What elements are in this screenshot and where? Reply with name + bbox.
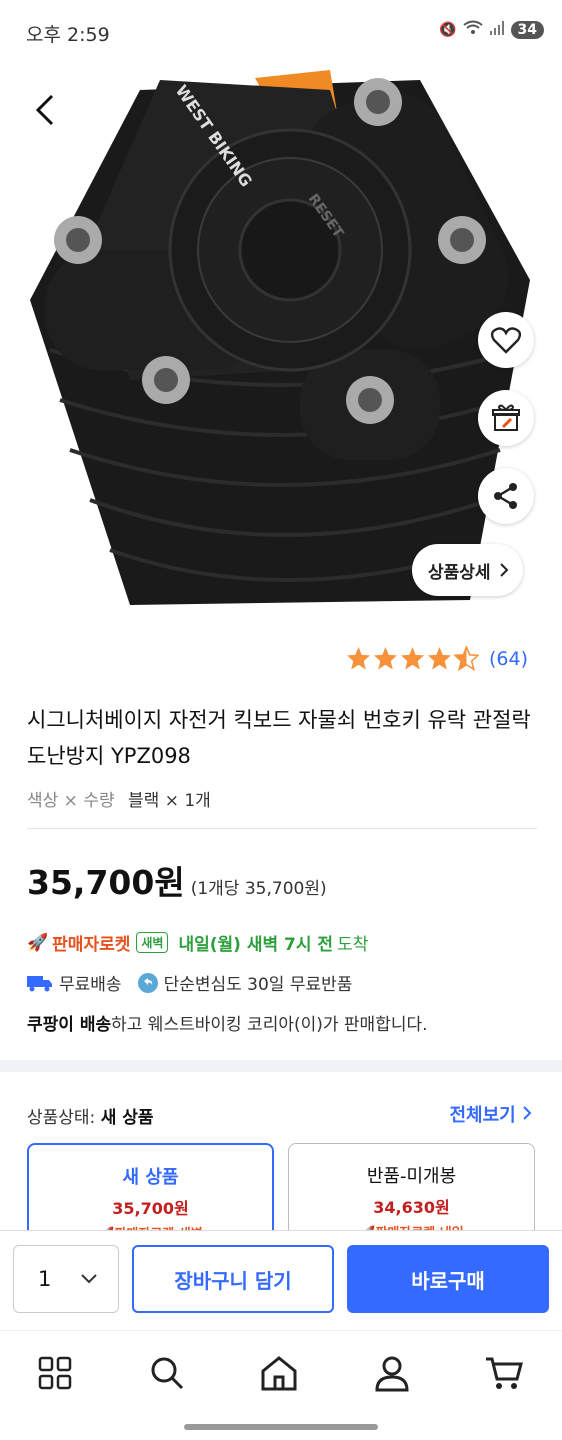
heart-icon bbox=[491, 327, 521, 354]
nav-cart[interactable] bbox=[484, 1353, 528, 1397]
condition-label-text: 상품상태: bbox=[27, 1108, 96, 1128]
free-return-label: 단순변심도 30일 무료반품 bbox=[163, 975, 353, 995]
wifi-icon bbox=[462, 20, 483, 40]
add-to-cart-button[interactable]: 장바구니 담기 bbox=[132, 1245, 334, 1313]
condition-card-returned[interactable]: 반품-미개봉 34,630원 🚀판매자로켓 내일 bbox=[288, 1143, 535, 1243]
truck-icon bbox=[27, 975, 52, 991]
divider bbox=[27, 828, 537, 829]
product-page: 오후 2:59 🔇 34 WEST BIKING RESET 상품상세 (64)… bbox=[0, 0, 562, 1440]
return-icon bbox=[137, 972, 158, 993]
chevron-right-icon bbox=[499, 563, 508, 577]
quantity-value: 1 bbox=[38, 1267, 52, 1291]
seller-info: 쿠팡이 배송하고 웨스트바이킹 코리아(이)가 판매합니다. bbox=[27, 1010, 428, 1035]
mute-icon: 🔇 bbox=[439, 22, 457, 38]
buy-now-button[interactable]: 바로구매 bbox=[347, 1245, 549, 1313]
view-all-link[interactable]: 전체보기 bbox=[449, 1101, 532, 1127]
home-icon bbox=[261, 1356, 297, 1391]
delivery-info: 🚀 판매자로켓 새벽 내일(월) 새벽 7시 전 도착 bbox=[27, 930, 368, 955]
star-half-icon bbox=[453, 646, 479, 671]
status-time: 오후 2:59 bbox=[26, 24, 110, 46]
purchase-bar: 1 장바구니 담기 바로구매 bbox=[0, 1230, 562, 1330]
condition-value: 새 상품 bbox=[100, 1108, 154, 1128]
grid-icon bbox=[38, 1356, 72, 1390]
rating-summary[interactable]: (64) bbox=[346, 646, 528, 671]
back-button[interactable] bbox=[26, 90, 66, 130]
review-count[interactable]: (64) bbox=[489, 648, 528, 670]
search-icon bbox=[151, 1357, 184, 1390]
nav-category[interactable] bbox=[35, 1353, 79, 1397]
share-icon bbox=[494, 483, 517, 509]
star-full-icon bbox=[374, 647, 397, 670]
card-price: 34,630원 bbox=[373, 1198, 450, 1217]
nav-home[interactable] bbox=[259, 1353, 303, 1397]
product-detail-label: 상품상세 bbox=[428, 562, 491, 583]
card-name: 새 상품 bbox=[122, 1167, 179, 1188]
cart-icon bbox=[486, 1357, 523, 1389]
arrival-suffix: 도착 bbox=[337, 935, 369, 955]
section-separator bbox=[0, 1060, 562, 1072]
product-image-area[interactable]: WEST BIKING RESET 상품상세 bbox=[0, 50, 562, 620]
chevron-left-icon bbox=[35, 94, 54, 126]
price-block: 35,700원 (1개당 35,700원) bbox=[27, 856, 327, 904]
chevron-right-icon bbox=[523, 1106, 532, 1120]
option-label: 색상 × 수량 bbox=[27, 791, 115, 811]
star-full-icon bbox=[428, 647, 451, 670]
option-value: 블랙 × 1개 bbox=[128, 791, 211, 811]
person-icon bbox=[375, 1356, 409, 1392]
card-price: 35,700원 bbox=[112, 1199, 189, 1218]
share-button[interactable] bbox=[478, 468, 534, 524]
signal-icon bbox=[489, 20, 505, 40]
dawn-badge: 새벽 bbox=[136, 932, 169, 953]
selected-options: 색상 × 수량 블랙 × 1개 bbox=[27, 786, 211, 811]
product-title: 시그니처베이지 자전거 킥보드 자물쇠 번호키 유락 관절락 도난방지 YPZ0… bbox=[27, 708, 531, 768]
price: 35,700원 bbox=[27, 863, 185, 902]
rocket-icon: 🚀 bbox=[27, 932, 49, 953]
quantity-select[interactable]: 1 bbox=[13, 1245, 119, 1313]
gift-icon bbox=[492, 404, 520, 431]
gift-button[interactable] bbox=[478, 390, 534, 446]
view-all-label: 전체보기 bbox=[449, 1105, 516, 1126]
chevron-down-icon bbox=[81, 1274, 97, 1284]
nav-my[interactable] bbox=[372, 1353, 416, 1397]
arrival-time: 내일(월) 새벽 7시 전 bbox=[178, 935, 334, 955]
home-indicator[interactable] bbox=[184, 1424, 378, 1430]
nav-search[interactable] bbox=[147, 1353, 191, 1397]
battery-badge: 34 bbox=[510, 21, 544, 39]
unit-price: (1개당 35,700원) bbox=[190, 879, 327, 899]
wishlist-button[interactable] bbox=[478, 312, 534, 368]
free-shipping-label: 무료배송 bbox=[59, 975, 122, 995]
condition-label: 상품상태: 새 상품 bbox=[27, 1103, 154, 1128]
shipping-info: 무료배송 단순변심도 30일 무료반품 bbox=[27, 970, 352, 995]
card-name: 반품-미개봉 bbox=[366, 1166, 457, 1187]
status-icons: 🔇 34 bbox=[439, 20, 544, 40]
seller-text: 하고 웨스트바이킹 코리아(이)가 판매합니다. bbox=[111, 1015, 428, 1035]
star-full-icon bbox=[401, 647, 424, 670]
seller-bold: 쿠팡이 배송 bbox=[27, 1015, 112, 1035]
product-detail-button[interactable]: 상품상세 bbox=[412, 544, 523, 596]
condition-card-new[interactable]: 새 상품 35,700원 🚀판매자로켓 새벽 bbox=[27, 1143, 274, 1243]
star-full-icon bbox=[347, 647, 370, 670]
rocket-label: 판매자로켓 bbox=[52, 935, 131, 955]
